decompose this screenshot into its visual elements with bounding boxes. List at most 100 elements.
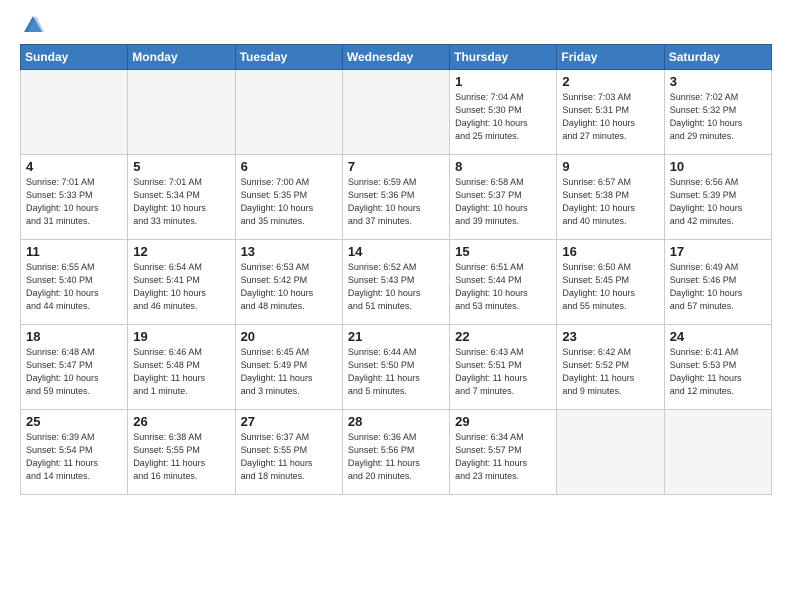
day-info: Sunrise: 7:02 AMSunset: 5:32 PMDaylight:… [670, 91, 766, 143]
day-number: 15 [455, 244, 551, 259]
day-info: Sunrise: 6:34 AMSunset: 5:57 PMDaylight:… [455, 431, 551, 483]
day-info: Sunrise: 6:46 AMSunset: 5:48 PMDaylight:… [133, 346, 229, 398]
day-number: 26 [133, 414, 229, 429]
calendar-cell: 3 Sunrise: 7:02 AMSunset: 5:32 PMDaylight… [664, 70, 771, 155]
day-number: 1 [455, 74, 551, 89]
day-of-week-header: Saturday [664, 45, 771, 70]
day-of-week-header: Thursday [450, 45, 557, 70]
calendar-cell: 6 Sunrise: 7:00 AMSunset: 5:35 PMDaylight… [235, 155, 342, 240]
day-info: Sunrise: 6:41 AMSunset: 5:53 PMDaylight:… [670, 346, 766, 398]
day-info: Sunrise: 6:49 AMSunset: 5:46 PMDaylight:… [670, 261, 766, 313]
day-number: 19 [133, 329, 229, 344]
calendar-cell: 29 Sunrise: 6:34 AMSunset: 5:57 PMDayligh… [450, 410, 557, 495]
day-info: Sunrise: 6:43 AMSunset: 5:51 PMDaylight:… [455, 346, 551, 398]
day-of-week-header: Monday [128, 45, 235, 70]
calendar-table: SundayMondayTuesdayWednesdayThursdayFrid… [20, 44, 772, 495]
calendar-cell: 13 Sunrise: 6:53 AMSunset: 5:42 PMDayligh… [235, 240, 342, 325]
calendar-cell: 8 Sunrise: 6:58 AMSunset: 5:37 PMDaylight… [450, 155, 557, 240]
calendar-cell: 1 Sunrise: 7:04 AMSunset: 5:30 PMDaylight… [450, 70, 557, 155]
calendar-cell: 10 Sunrise: 6:56 AMSunset: 5:39 PMDayligh… [664, 155, 771, 240]
calendar-cell: 5 Sunrise: 7:01 AMSunset: 5:34 PMDaylight… [128, 155, 235, 240]
day-number: 17 [670, 244, 766, 259]
day-info: Sunrise: 6:48 AMSunset: 5:47 PMDaylight:… [26, 346, 122, 398]
day-number: 18 [26, 329, 122, 344]
day-info: Sunrise: 7:01 AMSunset: 5:34 PMDaylight:… [133, 176, 229, 228]
day-info: Sunrise: 6:39 AMSunset: 5:54 PMDaylight:… [26, 431, 122, 483]
logo-icon [22, 14, 44, 36]
day-number: 9 [562, 159, 658, 174]
calendar-cell: 17 Sunrise: 6:49 AMSunset: 5:46 PMDayligh… [664, 240, 771, 325]
day-number: 22 [455, 329, 551, 344]
calendar-cell: 28 Sunrise: 6:36 AMSunset: 5:56 PMDayligh… [342, 410, 449, 495]
calendar-cell: 21 Sunrise: 6:44 AMSunset: 5:50 PMDayligh… [342, 325, 449, 410]
day-number: 2 [562, 74, 658, 89]
day-number: 24 [670, 329, 766, 344]
calendar-cell: 4 Sunrise: 7:01 AMSunset: 5:33 PMDaylight… [21, 155, 128, 240]
day-info: Sunrise: 7:04 AMSunset: 5:30 PMDaylight:… [455, 91, 551, 143]
day-number: 11 [26, 244, 122, 259]
day-info: Sunrise: 6:50 AMSunset: 5:45 PMDaylight:… [562, 261, 658, 313]
day-number: 6 [241, 159, 337, 174]
calendar-cell [235, 70, 342, 155]
calendar-cell [342, 70, 449, 155]
day-number: 10 [670, 159, 766, 174]
calendar-cell: 20Sunrise: 6:45 AMSunset: 5:49 PMDayligh… [235, 325, 342, 410]
day-info: Sunrise: 6:56 AMSunset: 5:39 PMDaylight:… [670, 176, 766, 228]
day-info: Sunrise: 7:00 AMSunset: 5:35 PMDaylight:… [241, 176, 337, 228]
day-number: 27 [241, 414, 337, 429]
day-info: Sunrise: 6:54 AMSunset: 5:41 PMDaylight:… [133, 261, 229, 313]
day-of-week-header: Sunday [21, 45, 128, 70]
calendar-cell: 19 Sunrise: 6:46 AMSunset: 5:48 PMDayligh… [128, 325, 235, 410]
day-info: Sunrise: 6:45 AMSunset: 5:49 PMDaylight:… [241, 346, 337, 398]
calendar-cell: 25 Sunrise: 6:39 AMSunset: 5:54 PMDayligh… [21, 410, 128, 495]
day-info: Sunrise: 6:53 AMSunset: 5:42 PMDaylight:… [241, 261, 337, 313]
day-info: Sunrise: 6:59 AMSunset: 5:36 PMDaylight:… [348, 176, 444, 228]
calendar-cell: 2 Sunrise: 7:03 AMSunset: 5:31 PMDaylight… [557, 70, 664, 155]
header [20, 16, 772, 36]
day-number: 25 [26, 414, 122, 429]
day-info: Sunrise: 7:01 AMSunset: 5:33 PMDaylight:… [26, 176, 122, 228]
calendar-cell: 18 Sunrise: 6:48 AMSunset: 5:47 PMDayligh… [21, 325, 128, 410]
day-info: Sunrise: 6:44 AMSunset: 5:50 PMDaylight:… [348, 346, 444, 398]
day-info: Sunrise: 6:36 AMSunset: 5:56 PMDaylight:… [348, 431, 444, 483]
calendar-cell: 12 Sunrise: 6:54 AMSunset: 5:41 PMDayligh… [128, 240, 235, 325]
calendar-cell [664, 410, 771, 495]
day-info: Sunrise: 7:03 AMSunset: 5:31 PMDaylight:… [562, 91, 658, 143]
day-number: 8 [455, 159, 551, 174]
day-info: Sunrise: 6:37 AMSunset: 5:55 PMDaylight:… [241, 431, 337, 483]
day-number: 7 [348, 159, 444, 174]
calendar-cell: 14 Sunrise: 6:52 AMSunset: 5:43 PMDayligh… [342, 240, 449, 325]
day-of-week-header: Tuesday [235, 45, 342, 70]
day-number: 4 [26, 159, 122, 174]
day-number: 29 [455, 414, 551, 429]
calendar-week-row: 25 Sunrise: 6:39 AMSunset: 5:54 PMDayligh… [21, 410, 772, 495]
calendar-cell [557, 410, 664, 495]
day-info: Sunrise: 6:51 AMSunset: 5:44 PMDaylight:… [455, 261, 551, 313]
day-info: Sunrise: 6:42 AMSunset: 5:52 PMDaylight:… [562, 346, 658, 398]
day-number: 3 [670, 74, 766, 89]
calendar-cell: 16Sunrise: 6:50 AMSunset: 5:45 PMDayligh… [557, 240, 664, 325]
day-of-week-header: Friday [557, 45, 664, 70]
calendar-cell: 11 Sunrise: 6:55 AMSunset: 5:40 PMDayligh… [21, 240, 128, 325]
day-of-week-header: Wednesday [342, 45, 449, 70]
day-number: 5 [133, 159, 229, 174]
logo [20, 16, 44, 36]
calendar-cell: 24 Sunrise: 6:41 AMSunset: 5:53 PMDayligh… [664, 325, 771, 410]
calendar-cell: 22 Sunrise: 6:43 AMSunset: 5:51 PMDayligh… [450, 325, 557, 410]
calendar-week-row: 4 Sunrise: 7:01 AMSunset: 5:33 PMDaylight… [21, 155, 772, 240]
calendar-header-row: SundayMondayTuesdayWednesdayThursdayFrid… [21, 45, 772, 70]
calendar-week-row: 18 Sunrise: 6:48 AMSunset: 5:47 PMDayligh… [21, 325, 772, 410]
day-info: Sunrise: 6:58 AMSunset: 5:37 PMDaylight:… [455, 176, 551, 228]
day-number: 13 [241, 244, 337, 259]
calendar-cell: 15 Sunrise: 6:51 AMSunset: 5:44 PMDayligh… [450, 240, 557, 325]
day-info: Sunrise: 6:38 AMSunset: 5:55 PMDaylight:… [133, 431, 229, 483]
day-info: Sunrise: 6:55 AMSunset: 5:40 PMDaylight:… [26, 261, 122, 313]
day-info: Sunrise: 6:52 AMSunset: 5:43 PMDaylight:… [348, 261, 444, 313]
day-number: 14 [348, 244, 444, 259]
calendar-cell [21, 70, 128, 155]
day-number: 28 [348, 414, 444, 429]
day-number: 21 [348, 329, 444, 344]
day-number: 12 [133, 244, 229, 259]
calendar-cell [128, 70, 235, 155]
calendar-cell: 23Sunrise: 6:42 AMSunset: 5:52 PMDayligh… [557, 325, 664, 410]
